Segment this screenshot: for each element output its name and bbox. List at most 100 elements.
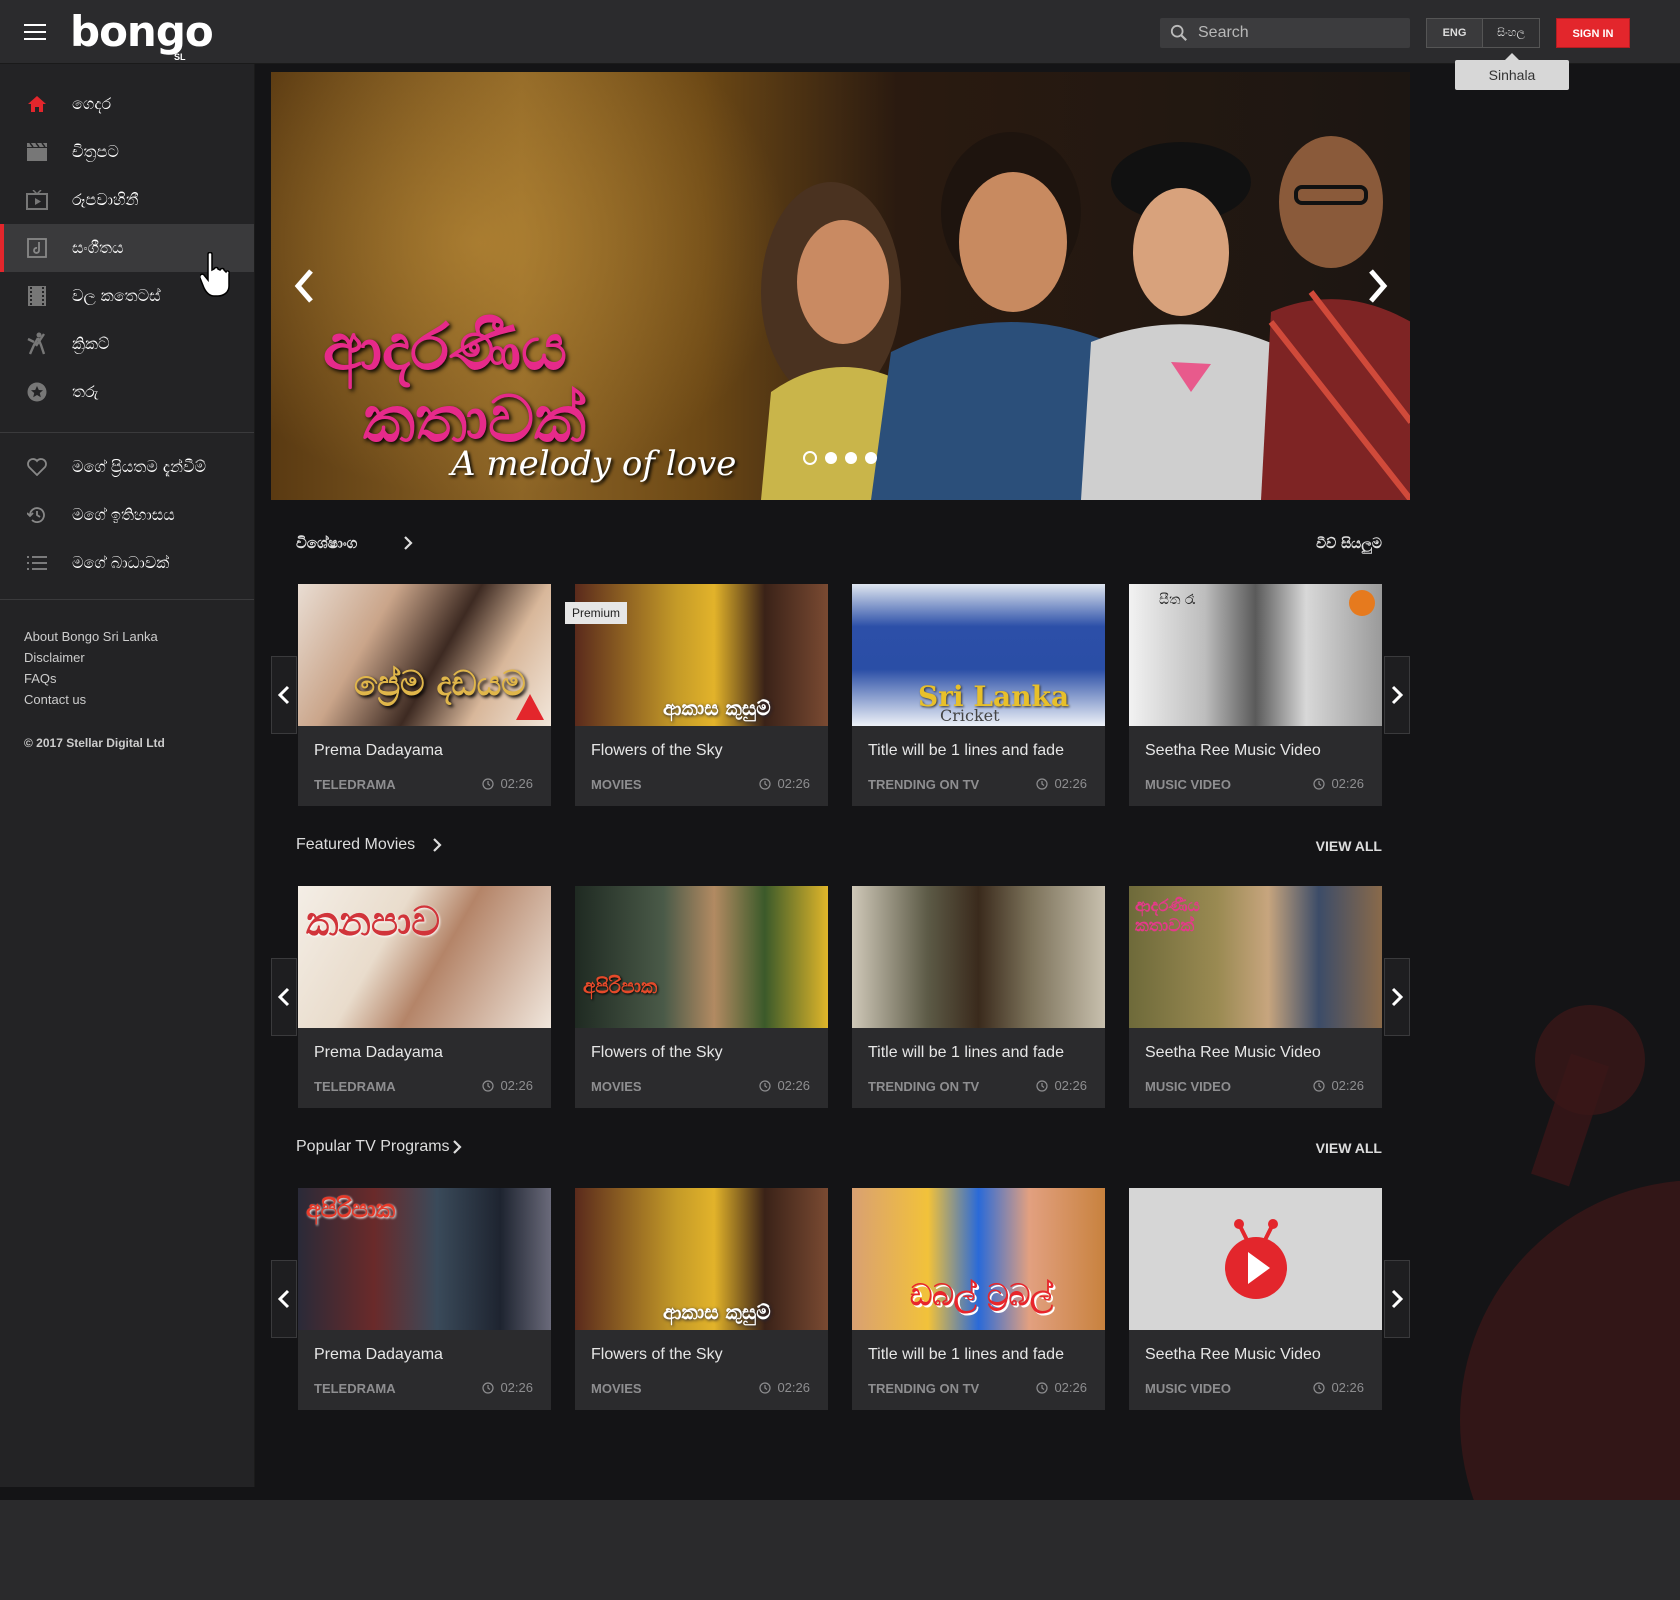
card-category: MOVIES — [591, 1079, 642, 1094]
card-category: TELEDRAMA — [314, 777, 396, 792]
carousel-dot[interactable] — [845, 452, 857, 464]
card-title: Prema Dadayama — [314, 742, 443, 759]
section-highlights: විශේෂාංග වීව් සියලුම ප්‍රේම දඩයම Prema D… — [271, 530, 1410, 808]
section-title[interactable]: විශේෂාංග — [296, 534, 357, 552]
view-all-link[interactable]: VIEW ALL — [1316, 838, 1382, 854]
card-thumbnail: අපිරිපාක — [575, 886, 828, 1028]
sidebar-item-movies[interactable]: චිත්‍රපට — [0, 128, 254, 176]
duration-text: 02:26 — [1054, 776, 1087, 791]
thumb-title-art: කනපාව — [306, 898, 440, 945]
duration-text: 02:26 — [777, 1380, 810, 1395]
section-title[interactable]: Featured Movies — [296, 836, 415, 854]
sidebar-item-label: මගේ බාධාවක් — [72, 553, 170, 572]
disclaimer-link[interactable]: Disclaimer — [24, 647, 254, 668]
video-card[interactable]: Title will be 1 lines and fade TRENDING … — [852, 886, 1105, 1108]
clock-icon — [1313, 777, 1326, 790]
card-thumbnail: කනපාව — [298, 886, 551, 1028]
sidebar-item-history[interactable]: මගේ ඉතිහාසය — [0, 491, 254, 539]
row-next-button[interactable] — [1384, 656, 1410, 734]
logo-sub: SL — [174, 52, 186, 62]
hero-title: ආදරණීය කතාවක් — [323, 312, 586, 456]
duration-text: 02:26 — [500, 776, 533, 791]
card-category: MUSIC VIDEO — [1145, 1079, 1231, 1094]
carousel-dot[interactable] — [825, 452, 837, 464]
star-icon — [26, 381, 48, 403]
lang-eng-button[interactable]: ENG — [1427, 19, 1483, 47]
chevron-right-icon[interactable] — [402, 534, 414, 552]
search-icon[interactable] — [1170, 24, 1188, 42]
search-input[interactable] — [1198, 18, 1398, 48]
film-strip-icon — [26, 285, 48, 307]
menu-icon[interactable] — [24, 24, 46, 40]
sidebar-item-favorites[interactable]: මගේ ප්‍රියතම දැන්වීම් — [0, 443, 254, 491]
video-card[interactable]: Seetha Ree Music Video MUSIC VIDEO 02:26 — [1129, 1188, 1382, 1410]
row-prev-button[interactable] — [271, 1260, 297, 1338]
sidebar-item-tv[interactable]: රූපවාහිනී — [0, 176, 254, 224]
thumb-title-art: ආදරණීය කතාවක් — [1135, 896, 1200, 936]
card-thumbnail: අපිරිපාක — [298, 1188, 551, 1330]
chevron-right-icon[interactable] — [451, 1138, 463, 1156]
video-card[interactable]: කනපාව Prema Dadayama TELEDRAMA 02:26 — [298, 886, 551, 1108]
sidebar-item-stars[interactable]: තරු — [0, 368, 254, 416]
sidebar-item-cricket[interactable]: ක්‍රිකට් — [0, 320, 254, 368]
card-thumbnail: Sri Lanka Cricket — [852, 584, 1105, 726]
video-card[interactable]: ආකාස කුසුම් Premium Flowers of the Sky M… — [565, 584, 828, 806]
search-box[interactable] — [1160, 18, 1410, 48]
lang-sinhala-button[interactable]: සිංහල — [1483, 19, 1539, 47]
hero-prev-arrow-icon[interactable] — [293, 268, 317, 304]
hero-next-arrow-icon[interactable] — [1365, 268, 1389, 304]
clock-icon — [482, 1381, 495, 1394]
badge-logo-icon — [1349, 590, 1375, 616]
video-card[interactable]: අපිරිපාක Flowers of the Sky MOVIES 02:26 — [575, 886, 828, 1108]
about-link[interactable]: About Bongo Sri Lanka — [24, 626, 254, 647]
hero-artwork — [761, 132, 1410, 500]
card-title: Flowers of the Sky — [591, 1044, 723, 1061]
hero-banner[interactable]: ආදරණීය කතාවක් A melody of love — [271, 72, 1410, 500]
section-featured-movies: Featured Movies VIEW ALL කනපාව Prema Dad… — [271, 832, 1410, 1110]
card-thumbnail: ඩබල් ට්‍රබල් — [852, 1188, 1105, 1330]
contact-link[interactable]: Contact us — [24, 689, 254, 710]
view-all-link[interactable]: වීව් සියලුම — [1316, 536, 1382, 552]
sidebar-item-label: මගේ ප්‍රියතම දැන්වීම් — [72, 457, 206, 476]
view-all-link[interactable]: VIEW ALL — [1316, 1140, 1382, 1156]
video-card[interactable]: සීත රෑ Seetha Ree Music Video MUSIC VIDE… — [1129, 584, 1382, 806]
chevron-right-icon[interactable] — [431, 836, 443, 854]
video-card[interactable]: ඩබල් ට්‍රබල් Title will be 1 lines and f… — [852, 1188, 1105, 1410]
sidebar-item-home[interactable]: ගෙදර — [0, 80, 254, 128]
card-category: TELEDRAMA — [314, 1079, 396, 1094]
video-card[interactable]: ප්‍රේම දඩයම Prema Dadayama TELEDRAMA 02:… — [298, 584, 551, 806]
card-row: කනපාව Prema Dadayama TELEDRAMA 02:26 අපි… — [271, 886, 1410, 1110]
duration-text: 02:26 — [1331, 1078, 1364, 1093]
card-title: Seetha Ree Music Video — [1145, 1346, 1321, 1363]
sign-in-button[interactable]: SIGN IN — [1556, 18, 1630, 48]
clock-icon — [1313, 1381, 1326, 1394]
row-next-button[interactable] — [1384, 958, 1410, 1036]
row-prev-button[interactable] — [271, 656, 297, 734]
card-title: Flowers of the Sky — [591, 1346, 723, 1363]
hero-subtitle: A melody of love — [451, 444, 737, 484]
duration-text: 02:26 — [500, 1078, 533, 1093]
clock-icon — [1313, 1079, 1326, 1092]
faqs-link[interactable]: FAQs — [24, 668, 254, 689]
card-category: MUSIC VIDEO — [1145, 777, 1231, 792]
card-title: Title will be 1 lines and fade — [868, 742, 1064, 759]
decorative-mascot-icon — [1460, 1005, 1680, 1500]
thumb-title-art: ආකාස කුසුම් — [663, 1300, 771, 1324]
video-card[interactable]: ආදරණීය කතාවක් Seetha Ree Music Video MUS… — [1129, 886, 1382, 1108]
card-category: MUSIC VIDEO — [1145, 1381, 1231, 1396]
thumb-title-art: ප්‍රේම දඩයම — [354, 664, 526, 704]
video-card[interactable]: ආකාස කුසුම් Flowers of the Sky MOVIES 02… — [575, 1188, 828, 1410]
sidebar-item-watchlist[interactable]: මගේ බාධාවක් — [0, 539, 254, 587]
card-category: MOVIES — [591, 1381, 642, 1396]
carousel-dot[interactable] — [803, 451, 817, 465]
section-title[interactable]: Popular TV Programs — [296, 1138, 450, 1156]
video-card[interactable]: අපිරිපාක Prema Dadayama TELEDRAMA 02:26 — [298, 1188, 551, 1410]
row-next-button[interactable] — [1384, 1260, 1410, 1338]
carousel-dot[interactable] — [865, 452, 877, 464]
bongo-placeholder-icon — [1225, 1219, 1287, 1299]
card-duration: 02:26 — [1036, 1078, 1087, 1093]
duration-text: 02:26 — [1331, 776, 1364, 791]
video-card[interactable]: Sri Lanka Cricket Title will be 1 lines … — [852, 584, 1105, 806]
bongo-logo[interactable]: bongo SL — [70, 6, 214, 62]
row-prev-button[interactable] — [271, 958, 297, 1036]
